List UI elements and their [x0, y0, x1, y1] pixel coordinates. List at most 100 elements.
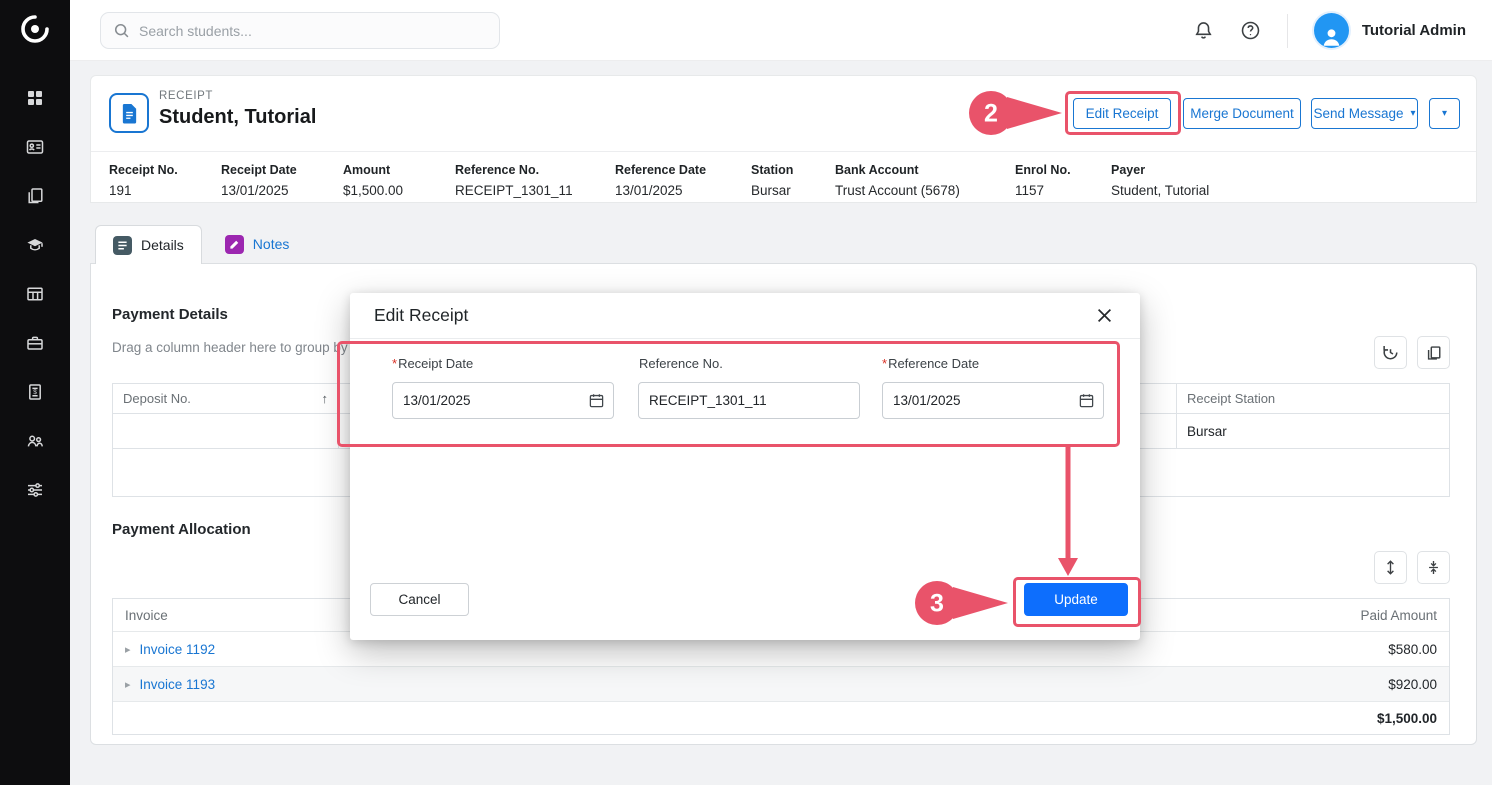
topbar-actions: Tutorial Admin — [1193, 0, 1466, 61]
sidebar-item-settings[interactable] — [0, 468, 70, 517]
required-asterisk: * — [882, 356, 887, 371]
topbar-divider — [1287, 14, 1288, 48]
tab-details[interactable]: Details — [95, 225, 202, 264]
sidebar-item-contacts[interactable] — [0, 125, 70, 174]
enrol-no-link[interactable]: 1157 — [1015, 183, 1111, 198]
send-message-button[interactable]: Send Message▾ — [1311, 98, 1418, 129]
column-header-paid-amount: Paid Amount — [1360, 608, 1437, 623]
info-field: Amount$1,500.00 — [343, 163, 455, 202]
dashboard-icon — [25, 88, 45, 113]
payment-details-title: Payment Details — [112, 306, 228, 323]
receipt-station-cell: Bursar — [1177, 414, 1449, 448]
invoice-dollar-icon: $ — [25, 382, 45, 407]
app-screen: $ Tutorial Admin RECEIPT Student, Tutori… — [0, 0, 1492, 785]
sidebar-item-billing[interactable]: $ — [0, 370, 70, 419]
column-header-receipt-station[interactable]: Receipt Station — [1177, 384, 1449, 413]
receipt-date-field: *Receipt Date — [392, 356, 614, 419]
table-icon — [25, 284, 45, 309]
info-field: Bank AccountTrust Account (5678) — [835, 163, 1015, 202]
tab-notes[interactable]: Notes — [208, 225, 307, 263]
expand-arrows-icon — [1382, 559, 1399, 576]
merge-document-button[interactable]: Merge Document — [1183, 98, 1301, 129]
search-box — [100, 12, 500, 49]
more-actions-button[interactable]: ▾ — [1429, 98, 1460, 129]
receipt-date-input[interactable] — [392, 382, 614, 419]
app-logo-icon[interactable] — [0, 0, 70, 58]
row-expand-icon[interactable]: ▸ — [125, 643, 131, 656]
cancel-button[interactable]: Cancel — [370, 583, 469, 616]
invoice-link[interactable]: Invoice 1193 — [140, 677, 216, 692]
sidebar-item-services[interactable] — [0, 321, 70, 370]
notes-tab-icon — [225, 235, 244, 254]
column-header-deposit-no[interactable]: Deposit No.↑ — [113, 384, 339, 413]
required-asterisk: * — [392, 356, 397, 371]
row-expand-icon[interactable]: ▸ — [125, 678, 131, 691]
sidebar-item-academics[interactable] — [0, 223, 70, 272]
search-icon — [113, 22, 130, 39]
calendar-icon[interactable] — [1078, 392, 1095, 409]
user-name: Tutorial Admin — [1362, 22, 1466, 39]
payment-allocation-tools — [1374, 551, 1450, 584]
info-field: Enrol No.1157 — [1015, 163, 1111, 202]
id-card-icon — [25, 137, 45, 162]
sort-ascending-icon[interactable]: ↑ — [322, 391, 329, 406]
reference-no-field: Reference No. — [638, 356, 860, 419]
sidebar-item-tables[interactable] — [0, 272, 70, 321]
help-icon[interactable] — [1240, 20, 1261, 41]
update-button[interactable]: Update — [1024, 583, 1128, 616]
info-field: Reference Date13/01/2025 — [615, 163, 751, 202]
edit-receipt-button[interactable]: Edit Receipt — [1073, 98, 1171, 129]
receipt-info-row: Receipt No.191 Receipt Date13/01/2025 Am… — [91, 151, 1476, 202]
svg-text:$: $ — [33, 389, 37, 396]
graduation-cap-icon — [25, 235, 45, 260]
info-field: StationBursar — [751, 163, 835, 202]
collapse-arrows-icon — [1425, 559, 1442, 576]
chevron-down-icon: ▾ — [1442, 109, 1447, 119]
receipt-doc-icon — [109, 93, 149, 133]
history-icon — [1381, 343, 1400, 362]
modal-title: Edit Receipt — [374, 305, 468, 326]
info-field: Receipt No.191 — [109, 163, 221, 202]
tab-bar: Details Notes — [95, 225, 306, 264]
people-icon — [25, 431, 45, 456]
briefcase-icon — [25, 333, 45, 358]
paid-amount-value: $580.00 — [1388, 642, 1437, 657]
reference-no-input[interactable] — [638, 382, 860, 419]
record-type-label: RECEIPT — [159, 90, 213, 102]
edit-receipt-modal: Edit Receipt *Receipt Date Reference No.… — [350, 293, 1140, 640]
info-field: PayerStudent, Tutorial — [1111, 163, 1476, 202]
expand-all-button[interactable] — [1374, 551, 1407, 584]
sidebar-item-records[interactable] — [0, 174, 70, 223]
notifications-bell-icon[interactable] — [1193, 20, 1214, 41]
collapse-all-button[interactable] — [1417, 551, 1450, 584]
payment-details-tools — [1374, 336, 1450, 369]
sliders-icon — [25, 480, 45, 505]
topbar: Tutorial Admin — [70, 0, 1492, 61]
avatar — [1314, 13, 1349, 48]
copy-pages-icon — [25, 186, 45, 211]
sidebar-item-dashboard[interactable] — [0, 76, 70, 125]
details-tab-icon — [113, 236, 132, 255]
total-amount: $1,500.00 — [1377, 711, 1437, 726]
copy-pages-icon — [1425, 344, 1443, 362]
modal-header: Edit Receipt — [350, 293, 1140, 339]
reference-date-field: *Reference Date — [882, 356, 1104, 419]
total-row: $1,500.00 — [113, 702, 1449, 734]
receipt-header-card: RECEIPT Student, Tutorial Edit Receipt M… — [90, 75, 1477, 203]
history-button[interactable] — [1374, 336, 1407, 369]
info-field: Receipt Date13/01/2025 — [221, 163, 343, 202]
user-menu[interactable]: Tutorial Admin — [1314, 13, 1466, 48]
sidebar-item-community[interactable] — [0, 419, 70, 468]
export-button[interactable] — [1417, 336, 1450, 369]
chevron-down-icon: ▾ — [1411, 109, 1416, 119]
calendar-icon[interactable] — [588, 392, 605, 409]
payment-allocation-title: Payment Allocation — [112, 521, 251, 538]
info-field: Reference No.RECEIPT_1301_11 — [455, 163, 615, 202]
search-input[interactable] — [139, 23, 487, 39]
sidebar-nav: $ — [0, 76, 70, 517]
table-row: ▸ Invoice 1193 $920.00 — [113, 667, 1449, 702]
invoice-link[interactable]: Invoice 1192 — [140, 642, 216, 657]
reference-date-input[interactable] — [882, 382, 1104, 419]
page-title: Student, Tutorial — [159, 106, 316, 129]
close-icon[interactable] — [1093, 304, 1116, 327]
